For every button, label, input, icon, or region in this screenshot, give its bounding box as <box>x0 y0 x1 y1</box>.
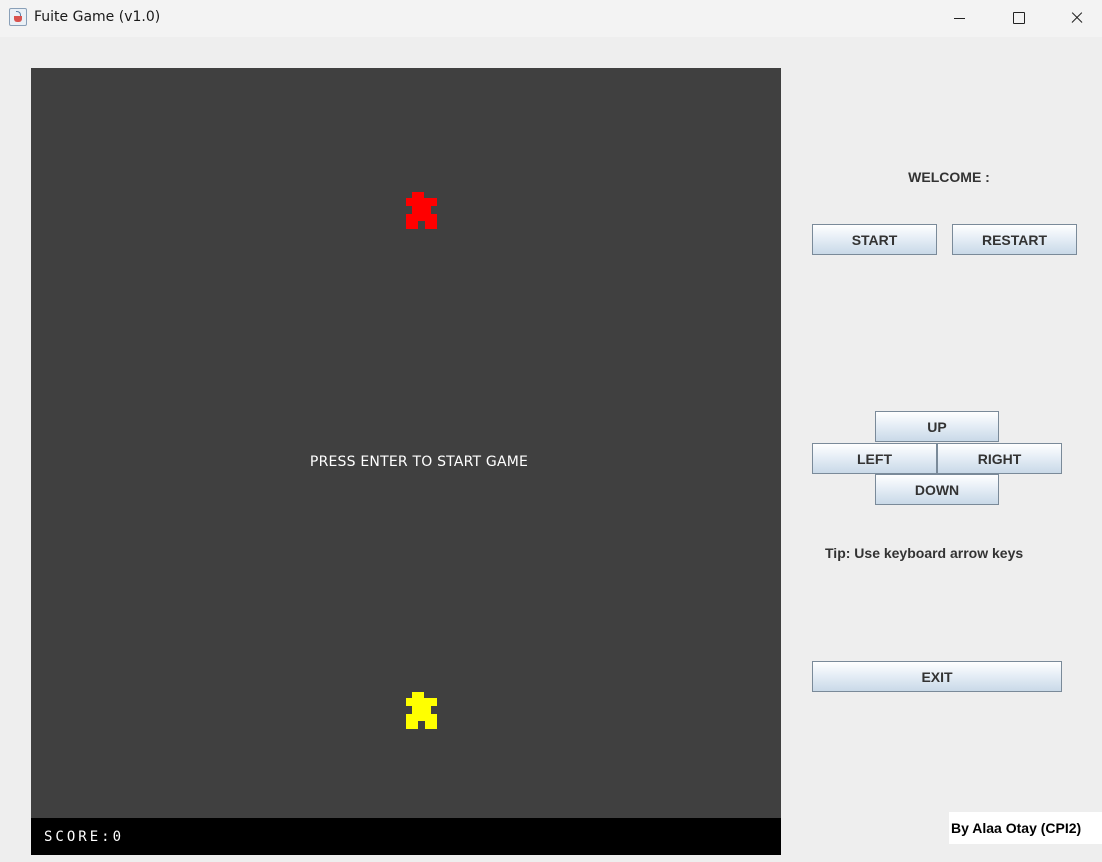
score-bar: SCORE:0 <box>31 818 781 855</box>
left-button[interactable]: LEFT <box>812 443 937 474</box>
welcome-label: WELCOME : <box>908 169 990 185</box>
java-cup-icon <box>9 8 27 26</box>
enemy-sprite <box>406 192 437 229</box>
title-bar: Fuite Game (v1.0) <box>0 0 1102 37</box>
down-button[interactable]: DOWN <box>875 474 999 505</box>
exit-button[interactable]: EXIT <box>812 661 1062 692</box>
player-sprite <box>406 692 437 729</box>
restart-button[interactable]: RESTART <box>952 224 1077 255</box>
maximize-icon[interactable] <box>989 0 1047 37</box>
window-title: Fuite Game (v1.0) <box>34 9 161 25</box>
start-button[interactable]: START <box>812 224 937 255</box>
up-button[interactable]: UP <box>875 411 999 442</box>
minimize-icon[interactable] <box>930 0 988 37</box>
close-icon[interactable] <box>1048 0 1102 37</box>
tip-label: Tip: Use keyboard arrow keys <box>825 545 1024 561</box>
start-message: PRESS ENTER TO START GAME <box>309 454 529 470</box>
credit-box: By Alaa Otay (CPI2) <box>949 812 1102 844</box>
score-label: SCORE:0 <box>44 829 125 845</box>
credit-label: By Alaa Otay (CPI2) <box>951 820 1082 836</box>
game-board[interactable]: PRESS ENTER TO START GAME <box>31 68 781 818</box>
right-button[interactable]: RIGHT <box>937 443 1062 474</box>
